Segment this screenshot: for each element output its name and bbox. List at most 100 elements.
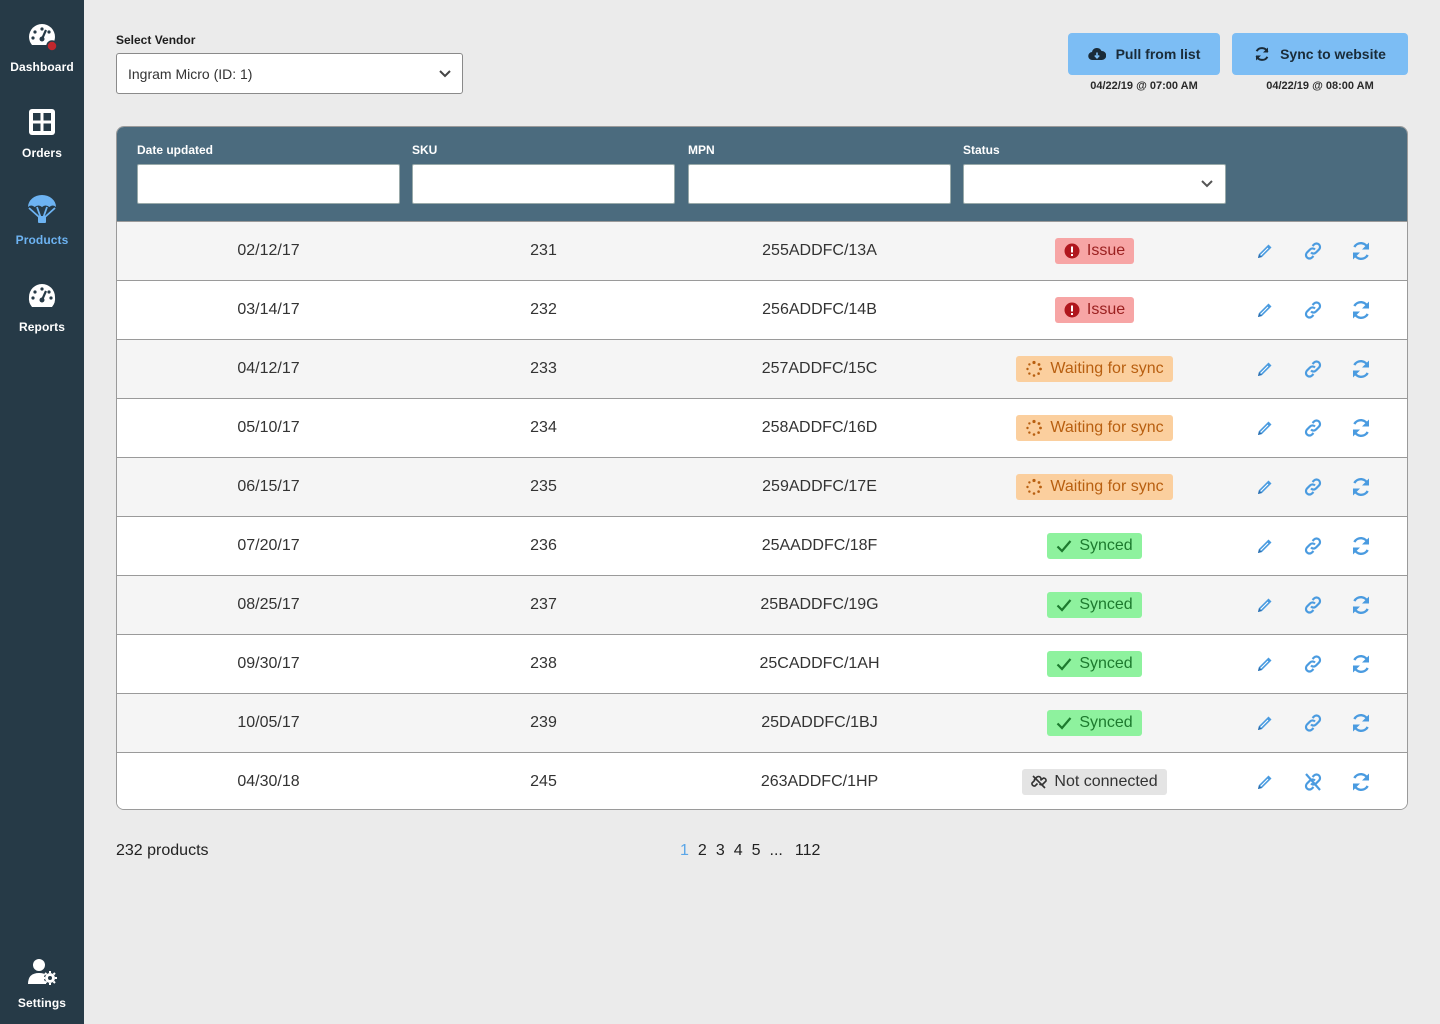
- page-link-5[interactable]: 5: [752, 842, 761, 860]
- sidebar-item-reports[interactable]: Reports: [0, 280, 84, 334]
- sidebar-item-orders[interactable]: Orders: [0, 106, 84, 160]
- page-link-112[interactable]: 112: [795, 842, 821, 860]
- sku-cell: 236: [530, 537, 557, 554]
- page-link-4[interactable]: 4: [734, 842, 743, 860]
- check-icon: [1057, 717, 1072, 730]
- link-icon: [1304, 714, 1322, 732]
- unlink-button[interactable]: [1302, 771, 1324, 793]
- link-button[interactable]: [1302, 240, 1324, 262]
- dashboard-gauge-icon: [29, 24, 58, 52]
- status-cell: Issue: [963, 222, 1226, 280]
- link-button[interactable]: [1302, 653, 1324, 675]
- pagination: 1 2 3 4 5... 112: [680, 842, 829, 860]
- refresh-button[interactable]: [1350, 535, 1372, 557]
- table-row: 08/25/17 237 25BADDFC/19G Synced: [117, 575, 1407, 634]
- vendor-select-label: Select Vendor: [116, 33, 196, 47]
- refresh-button[interactable]: [1350, 771, 1372, 793]
- refresh-button[interactable]: [1350, 240, 1372, 262]
- link-button[interactable]: [1302, 299, 1324, 321]
- filter-label-status: Status: [963, 143, 1000, 157]
- refresh-button[interactable]: [1350, 594, 1372, 616]
- sidebar-item-settings[interactable]: Settings: [0, 956, 84, 1010]
- sidebar-item-products[interactable]: Products: [0, 193, 84, 247]
- edit-button[interactable]: [1254, 476, 1276, 498]
- mpn-cell: 256ADDFC/14B: [762, 301, 877, 318]
- product-count: 232 products: [116, 842, 209, 859]
- edit-button[interactable]: [1254, 594, 1276, 616]
- unlink-icon: [1031, 775, 1048, 789]
- refresh-button[interactable]: [1350, 358, 1372, 380]
- status-filter-select[interactable]: [963, 164, 1226, 204]
- status-cell: Synced: [963, 694, 1226, 752]
- edit-button[interactable]: [1254, 417, 1276, 439]
- filter-label-sku: SKU: [412, 143, 438, 157]
- refresh-button[interactable]: [1350, 712, 1372, 734]
- status-badge: Issue: [1054, 297, 1135, 323]
- date-cell: 07/20/17: [237, 537, 300, 554]
- date-cell: 03/14/17: [237, 301, 300, 318]
- link-button[interactable]: [1302, 712, 1324, 734]
- status-cell: Waiting for sync: [963, 399, 1226, 457]
- refresh-button[interactable]: [1350, 299, 1372, 321]
- edit-button[interactable]: [1254, 712, 1276, 734]
- edit-button[interactable]: [1254, 653, 1276, 675]
- link-button[interactable]: [1302, 476, 1324, 498]
- filter-label-date: Date updated: [137, 143, 214, 157]
- link-button[interactable]: [1302, 535, 1324, 557]
- refresh-button[interactable]: [1350, 476, 1372, 498]
- refresh-icon: [1352, 714, 1370, 732]
- mpn-filter-input[interactable]: [688, 164, 951, 204]
- refresh-icon: [1352, 242, 1370, 260]
- sidebar-item-dashboard[interactable]: Dashboard: [0, 20, 84, 74]
- table-row: 09/30/17 238 25CADDFC/1AH Synced: [117, 634, 1407, 693]
- edit-button[interactable]: [1254, 299, 1276, 321]
- link-button[interactable]: [1302, 417, 1324, 439]
- check-icon: [1057, 599, 1072, 612]
- check-icon: [1057, 658, 1072, 671]
- status-cell: Waiting for sync: [963, 458, 1226, 516]
- table-row: 03/14/17 232 256ADDFC/14B Issue: [117, 280, 1407, 339]
- table-row: 04/12/17 233 257ADDFC/15C Waiting for sync: [117, 339, 1407, 398]
- edit-button[interactable]: [1254, 358, 1276, 380]
- edit-button[interactable]: [1254, 771, 1276, 793]
- date-updated-filter-input[interactable]: [137, 164, 400, 204]
- sync-icon: [1255, 47, 1269, 61]
- pencil-icon: [1258, 303, 1272, 317]
- filter-label-mpn: MPN: [688, 143, 715, 157]
- refresh-button[interactable]: [1350, 417, 1372, 439]
- table-row: 10/05/17 239 25DADDFC/1BJ Synced: [117, 693, 1407, 752]
- sku-filter-input[interactable]: [412, 164, 675, 204]
- page-link-2[interactable]: 2: [698, 842, 707, 860]
- status-badge-label: Synced: [1079, 537, 1133, 554]
- user-gear-icon: [28, 959, 57, 985]
- check-icon: [1057, 540, 1072, 553]
- refresh-icon: [1352, 773, 1370, 791]
- status-cell: Issue: [963, 281, 1226, 339]
- mpn-cell: 25CADDFC/1AH: [759, 655, 880, 672]
- edit-button[interactable]: [1254, 240, 1276, 262]
- mpn-cell: 25AADDFC/18F: [761, 537, 878, 554]
- page-link-3[interactable]: 3: [716, 842, 725, 860]
- mpn-cell: 263ADDFC/1HP: [760, 773, 879, 790]
- refresh-button[interactable]: [1350, 653, 1372, 675]
- status-cell: Synced: [963, 517, 1226, 575]
- mpn-cell: 258ADDFC/16D: [761, 419, 878, 436]
- vendor-select[interactable]: Ingram Micro (ID: 1): [116, 53, 463, 94]
- sidebar-item-label: Products: [15, 233, 69, 247]
- status-badge: Issue: [1054, 238, 1135, 264]
- link-button[interactable]: [1302, 358, 1324, 380]
- link-button[interactable]: [1302, 594, 1324, 616]
- page-link-1[interactable]: 1: [680, 842, 689, 860]
- edit-button[interactable]: [1254, 535, 1276, 557]
- status-badge-label: Synced: [1079, 596, 1133, 613]
- date-cell: 10/05/17: [237, 714, 300, 731]
- gauge-icon: [28, 284, 56, 307]
- sidebar-item-label: Orders: [22, 146, 62, 160]
- sku-cell: 232: [530, 301, 557, 318]
- sync-to-website-button[interactable]: Sync to website: [1232, 33, 1408, 75]
- pencil-icon: [1258, 539, 1272, 553]
- sku-cell: 235: [530, 478, 557, 495]
- status-cell: Synced: [963, 576, 1226, 634]
- spinner-icon: [1026, 360, 1043, 377]
- pull-from-list-button[interactable]: Pull from list: [1068, 33, 1220, 75]
